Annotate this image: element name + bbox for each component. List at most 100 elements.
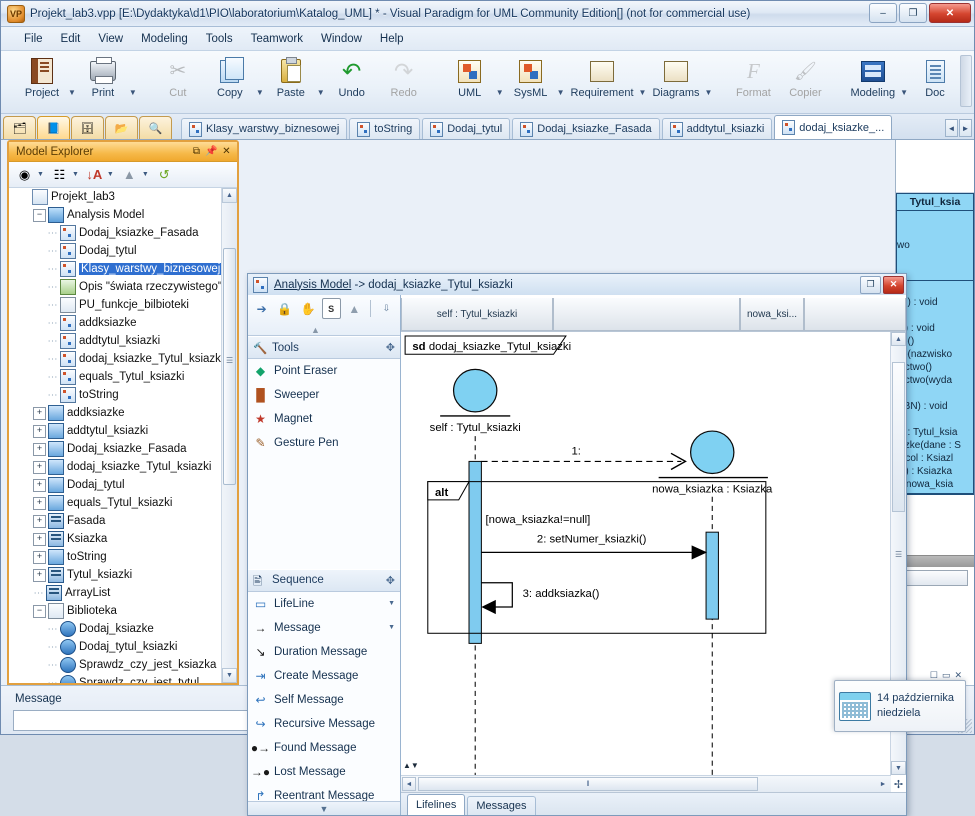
canvas-scroll-down-button[interactable]: ▼ [891,761,906,775]
modeling-button[interactable]: Modeling [845,53,900,100]
palette-item-message[interactable]: → Message ▼ [248,616,400,640]
new-model-caret-icon[interactable]: ▼ [37,171,44,178]
view-tab-model-explorer[interactable]: 📘 [37,116,70,139]
tree-item-dodaj-tytul[interactable]: ⋯ Dodaj_tytul [9,242,237,260]
document-tab-tostring[interactable]: toString [349,118,421,139]
close-icon[interactable]: ✕ [219,144,234,159]
view-tab-search[interactable]: 🔍 [139,116,172,139]
triangle-icon[interactable]: ▲ [345,298,364,319]
tree-item-equals-tytul-ksiazki[interactable]: + equals_Tytul_ksiazki [9,494,237,512]
bottom-tab-lifelines[interactable]: Lifelines [407,794,466,815]
background-panel-box[interactable] [902,570,968,586]
tree-item-addksiazke[interactable]: ⋯ addksiazke [9,314,237,332]
ribbon-overflow-handle[interactable] [960,55,972,107]
tree-item-opis-wiata-rzeczywistego[interactable]: ⋯ Opis "świata rzeczywistego" [9,278,237,296]
print-caret-icon[interactable]: ▼ [129,88,137,97]
sort-az-icon[interactable]: ↓A [83,164,106,186]
lifeline-header-self[interactable]: self : Tytul_ksiazki [401,298,553,331]
palette-item-found-message[interactable]: ●→ Found Message [248,736,400,760]
tree-item-analysis-model[interactable]: − Analysis Model [9,206,237,224]
menu-item-edit[interactable]: Edit [52,30,90,48]
uml-button[interactable]: UML [444,53,496,100]
doc-button[interactable]: Doc [909,53,961,100]
menu-item-teamwork[interactable]: Teamwork [242,30,312,48]
tree-expand-icon[interactable]: + [33,532,46,546]
sort-caret-icon[interactable]: ▼ [107,171,114,178]
tree-expand-icon[interactable]: + [33,568,46,582]
menu-item-modeling[interactable]: Modeling [132,30,197,48]
palette-item-recursive-message[interactable]: ↪ Recursive Message [248,712,400,736]
copier-button[interactable]: 🖌 Copier [779,53,831,100]
sysml-caret-icon[interactable]: ▼ [557,88,565,97]
tree-item-addtytul-ksiazki[interactable]: + addtytul_ksiazki [9,422,237,440]
palette-collapse-icon[interactable]: ▲ [311,325,320,335]
palette-group-tools[interactable]: 🔨 Tools ✥ [248,336,400,359]
tree-item-dodaj-ksiazke-tytul-ksiazki[interactable]: + dodaj_ksiazke_Tytul_ksiazki [9,458,237,476]
tree-item-dodaj-tytul-ksiazki[interactable]: ⋯ Dodaj_tytul_ksiazki [9,638,237,656]
palette-item-create-message[interactable]: ⇥ Create Message [248,664,400,688]
model-tree[interactable]: Projekt_lab3− Analysis Model ⋯ Dodaj_ksiazk… [9,188,237,683]
lock-icon[interactable]: 🔒 [275,298,294,319]
tree-item-biblioteka[interactable]: − Biblioteka [9,602,237,620]
tree-item-tostring[interactable]: ⋯ toString [9,386,237,404]
gadget-options-icon[interactable]: ☐ [930,670,938,681]
gadget-drag-icon[interactable]: ▭ [942,670,951,681]
pointer-icon[interactable]: ➔ [252,298,271,319]
redo-button[interactable]: ↷ Redo [378,53,430,100]
view-tab-logical-view[interactable]: 📂 [105,116,138,139]
format-button[interactable]: F Format [727,53,779,100]
resize-handle-icon[interactable]: ✢ [891,776,906,792]
bottom-tab-messages[interactable]: Messages [467,796,536,815]
tree-item-tostring[interactable]: + toString [9,548,237,566]
tree-collapse-icon[interactable]: − [33,604,46,618]
view-tab-diagram-navigator[interactable]: 🗂 [3,116,36,139]
lifeline-header-gap-1[interactable] [553,298,740,331]
palette-item-lost-message[interactable]: →● Lost Message [248,760,400,784]
tab-next-button[interactable]: ► [959,119,972,137]
diagram-close-button[interactable]: ✕ [883,275,904,294]
tree-expand-icon[interactable]: + [33,550,46,564]
document-tab-dodaj-ksiazke-fasada[interactable]: Dodaj_ksiazke_Fasada [512,118,660,139]
menu-item-tools[interactable]: Tools [197,30,242,48]
project-caret-icon[interactable]: ▼ [68,88,76,97]
lifeline-header-nowa[interactable]: nowa_ksi... [740,298,804,331]
modeling-caret-icon[interactable]: ▼ [900,88,908,97]
tree-item-addksiazke[interactable]: + addksiazke [9,404,237,422]
tree-expand-icon[interactable]: + [33,496,46,510]
chevrons-down-icon[interactable]: ⇩ [377,298,396,319]
tree-item-sprawdz-czy-jest-tytul[interactable]: ⋯ Sprawdz_czy_jest_tytul [9,674,237,683]
tree-item-dodaj-ksiazke[interactable]: ⋯ Dodaj_ksiazke [9,620,237,638]
up-level-icon[interactable]: ▲ [118,164,141,186]
palette-item-caret-icon[interactable]: ▼ [388,600,395,607]
palette-item-point-eraser[interactable]: ◆ Point Eraser [248,359,400,383]
menu-item-file[interactable]: File [15,30,52,48]
tree-item-arraylist[interactable]: ⋯ ArrayList [9,584,237,602]
canvas-scroll-up-button[interactable]: ▲ [891,332,906,346]
diagrams-caret-icon[interactable]: ▼ [705,88,713,97]
tree-item-tytul-ksiazki[interactable]: + Tytul_ksiazki [9,566,237,584]
pin-icon[interactable]: 📌 [204,144,219,159]
copy-button[interactable]: Copy [204,53,256,100]
requirement-button[interactable]: Requirement [566,53,639,100]
new-model-icon[interactable]: ◉ [13,164,36,186]
up-level-caret-icon[interactable]: ▼ [142,171,149,178]
move-handle-icon[interactable]: ✥ [386,574,395,587]
tree-expand-icon[interactable]: + [33,442,46,456]
canvas-hscroll-thumb[interactable]: ‖ [418,777,758,791]
document-tab-dodaj-ksiazke-active[interactable]: dodaj_ksiazke_... [774,115,893,139]
project-button[interactable]: Project [16,53,68,100]
group-by-caret-icon[interactable]: ▼ [72,171,79,178]
print-button[interactable]: Print [77,53,129,100]
gadget-close-icon[interactable]: ✕ [954,670,962,681]
tree-expand-icon[interactable]: + [33,424,46,438]
tree-item-pu-funkcje-bilbioteki[interactable]: ⋯ PU_funkcje_bilbioteki [9,296,237,314]
palette-item-reentrant-message[interactable]: ↱ Reentrant Message [248,784,400,802]
lifeline-header-gap-2[interactable] [804,298,906,331]
tree-item-dodaj-ksiazke-tytul-ksiazki[interactable]: ⋯ dodaj_ksiazke_Tytul_ksiazki [9,350,237,368]
sweeper-s-icon[interactable]: S [321,298,341,319]
copy-caret-icon[interactable]: ▼ [256,88,264,97]
palette-item-caret-icon[interactable]: ▼ [388,624,395,631]
tree-item-dodaj-ksiazke-fasada[interactable]: ⋯ Dodaj_ksiazke_Fasada [9,224,237,242]
tree-expand-icon[interactable]: + [33,460,46,474]
group-by-icon[interactable]: ☷ [48,164,71,186]
